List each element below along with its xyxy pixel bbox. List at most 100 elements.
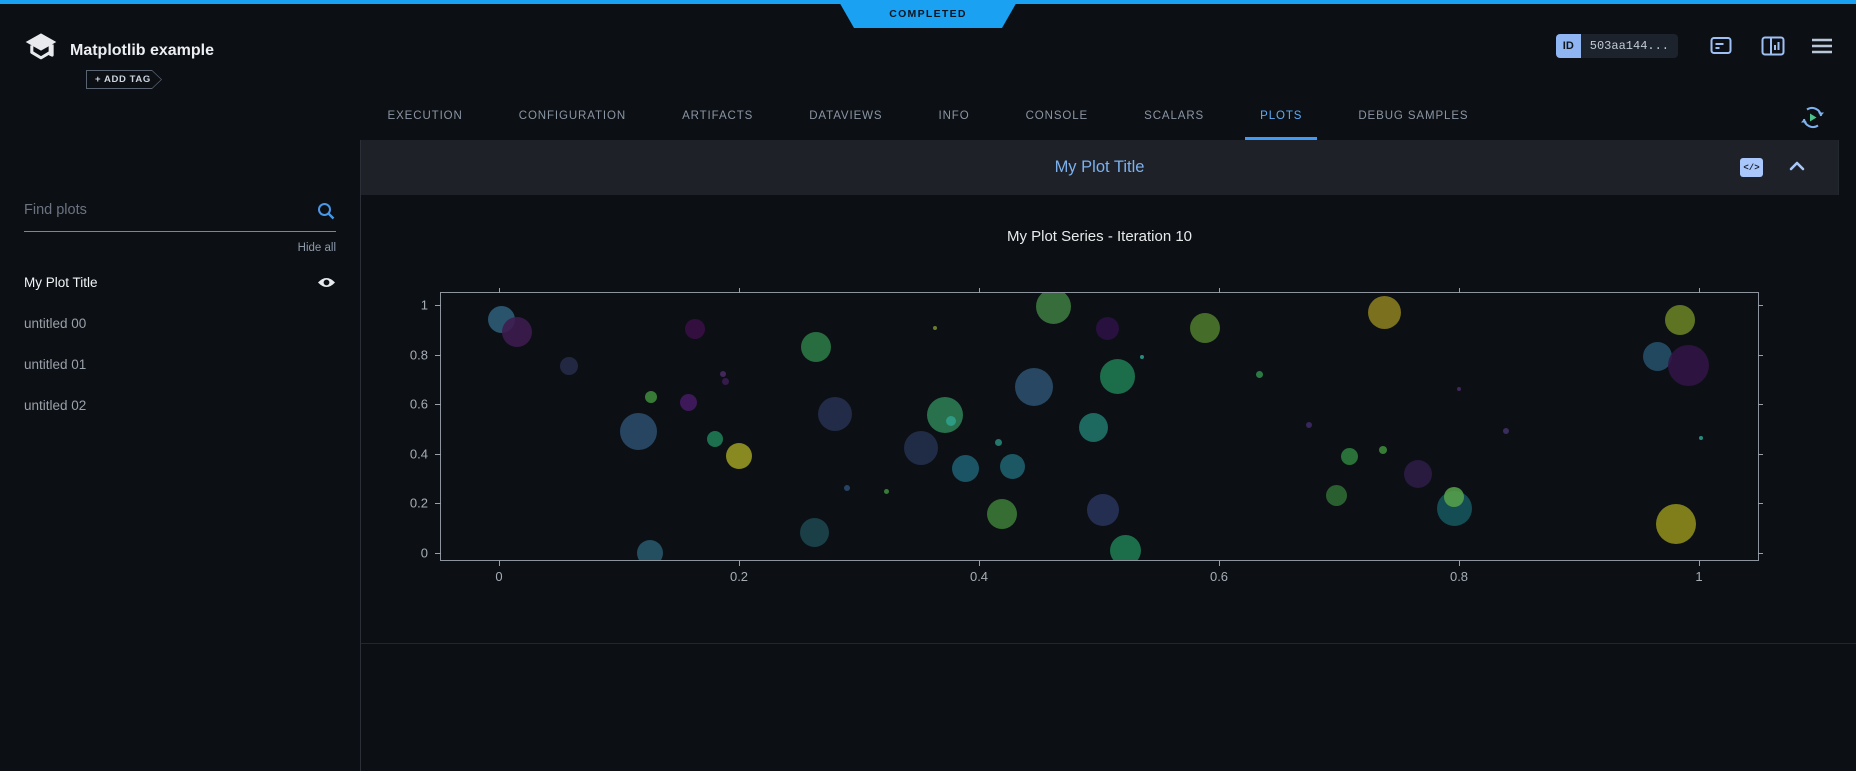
scatter-point bbox=[726, 443, 752, 469]
plots-sidebar: Hide all My Plot Title untitled 00 untitle… bbox=[0, 140, 361, 771]
tab-bar-inner: EXECUTION CONFIGURATION ARTIFACTS DATAVIEWS… bbox=[0, 95, 1856, 140]
id-value: 503aa144... bbox=[1581, 34, 1678, 58]
chart-canvas[interactable]: 00.20.40.60.8100.20.40.60.81 bbox=[440, 292, 1759, 561]
scatter-point bbox=[1341, 448, 1358, 465]
plot-panel-header: My Plot Title </> bbox=[361, 140, 1838, 195]
scatter-point bbox=[720, 371, 726, 377]
y-tick bbox=[435, 404, 441, 405]
x-tick bbox=[499, 560, 500, 566]
scatter-point bbox=[1503, 428, 1509, 434]
tab-artifacts[interactable]: ARTIFACTS bbox=[667, 95, 768, 140]
tab-info[interactable]: INFO bbox=[924, 95, 985, 140]
search-icon[interactable] bbox=[316, 201, 336, 221]
y-tick-right bbox=[1758, 553, 1763, 554]
scatter-point bbox=[1368, 296, 1401, 329]
x-tick bbox=[979, 560, 980, 566]
scatter-point bbox=[1656, 504, 1696, 544]
scatter-point bbox=[620, 413, 657, 450]
scatter-point bbox=[1444, 487, 1464, 507]
plot-item-label: untitled 00 bbox=[24, 316, 86, 331]
experiment-type-icon bbox=[24, 32, 58, 64]
scatter-point bbox=[1668, 345, 1709, 386]
scatter-point bbox=[1000, 454, 1025, 479]
x-tick-label: 0.2 bbox=[730, 569, 748, 584]
auto-refresh-icon[interactable] bbox=[1799, 104, 1826, 131]
menu-icon[interactable] bbox=[1810, 36, 1834, 56]
x-tick-label: 0 bbox=[495, 569, 502, 584]
search-input[interactable] bbox=[24, 195, 336, 225]
scatter-point bbox=[645, 391, 657, 403]
scatter-point bbox=[1036, 293, 1071, 324]
scatter-point bbox=[1326, 485, 1347, 506]
scatter-point bbox=[1110, 535, 1141, 560]
x-tick-top bbox=[739, 288, 740, 293]
scatter-point bbox=[952, 455, 979, 482]
tab-execution[interactable]: EXECUTION bbox=[373, 95, 478, 140]
x-tick-top bbox=[1459, 288, 1460, 293]
scatter-point bbox=[987, 499, 1017, 529]
y-tick-label: 0.6 bbox=[410, 397, 428, 412]
x-tick-label: 1 bbox=[1695, 569, 1702, 584]
plot-item-label: untitled 01 bbox=[24, 357, 86, 372]
scatter-point bbox=[560, 357, 578, 375]
y-tick bbox=[435, 305, 441, 306]
scatter-point bbox=[801, 332, 831, 362]
scatter-point bbox=[927, 397, 963, 433]
y-tick-label: 0 bbox=[421, 546, 428, 561]
x-tick-label: 0.4 bbox=[970, 569, 988, 584]
x-tick-label: 0.6 bbox=[1210, 569, 1228, 584]
collapse-panel-button[interactable] bbox=[1789, 160, 1805, 172]
figure-title: My Plot Series - Iteration 10 bbox=[440, 228, 1759, 245]
tab-debug-samples[interactable]: DEBUG SAMPLES bbox=[1343, 95, 1483, 140]
scatter-point bbox=[933, 326, 937, 330]
y-tick-right bbox=[1758, 454, 1763, 455]
description-icon[interactable] bbox=[1710, 36, 1734, 56]
tab-configuration[interactable]: CONFIGURATION bbox=[504, 95, 641, 140]
y-tick-label: 0.8 bbox=[410, 347, 428, 362]
tab-scalars[interactable]: SCALARS bbox=[1129, 95, 1219, 140]
scatter-point bbox=[1190, 313, 1220, 343]
add-tag-button[interactable]: + ADD TAG bbox=[86, 70, 162, 89]
bubble-layer bbox=[441, 293, 1758, 560]
embed-code-button[interactable]: </> bbox=[1740, 158, 1763, 177]
hide-all-link[interactable]: Hide all bbox=[24, 242, 336, 254]
plot-list-item[interactable]: My Plot Title bbox=[24, 262, 336, 303]
y-tick-label: 1 bbox=[421, 298, 428, 313]
scatter-point bbox=[1100, 359, 1135, 394]
plot-list-item[interactable]: untitled 01 bbox=[24, 344, 336, 385]
tab-console[interactable]: CONSOLE bbox=[1011, 95, 1104, 140]
y-tick-label: 0.2 bbox=[410, 496, 428, 511]
y-tick-right bbox=[1758, 404, 1763, 405]
y-tick bbox=[435, 503, 441, 504]
status-banner-label: COMPLETED bbox=[889, 8, 967, 20]
plot-list-item[interactable]: untitled 02 bbox=[24, 385, 336, 426]
tab-plots[interactable]: PLOTS bbox=[1245, 95, 1317, 140]
x-tick bbox=[1459, 560, 1460, 566]
scatter-point bbox=[1457, 387, 1461, 391]
experiment-title: Matplotlib example bbox=[70, 42, 214, 60]
status-banner: COMPLETED bbox=[838, 0, 1018, 28]
scatter-point bbox=[800, 518, 829, 547]
x-tick-top bbox=[499, 288, 500, 293]
scatter-point bbox=[1379, 446, 1387, 454]
plot-list-item[interactable]: untitled 00 bbox=[24, 303, 336, 344]
experiment-id-badge[interactable]: ID 503aa144... bbox=[1556, 34, 1678, 58]
add-tag-label: + ADD TAG bbox=[87, 71, 161, 88]
visibility-icon[interactable] bbox=[317, 276, 336, 289]
search-row bbox=[24, 195, 336, 232]
scatter-point bbox=[1699, 436, 1703, 440]
scatter-point bbox=[1087, 494, 1119, 526]
plot-panel-title: My Plot Title bbox=[1055, 158, 1145, 177]
tab-dataviews[interactable]: DATAVIEWS bbox=[794, 95, 897, 140]
x-tick-top bbox=[979, 288, 980, 293]
scatter-point bbox=[844, 485, 850, 491]
plot-section: My Plot Series - Iteration 10 00.20.40.6… bbox=[361, 195, 1856, 643]
scatter-point bbox=[1140, 355, 1144, 359]
scatter-point bbox=[995, 439, 1002, 446]
x-tick bbox=[1219, 560, 1220, 566]
scatter-point bbox=[685, 319, 705, 339]
scatter-point bbox=[502, 317, 532, 347]
details-panel-icon[interactable] bbox=[1761, 36, 1785, 56]
scatter-point bbox=[1665, 305, 1695, 335]
scatter-point bbox=[707, 431, 723, 447]
